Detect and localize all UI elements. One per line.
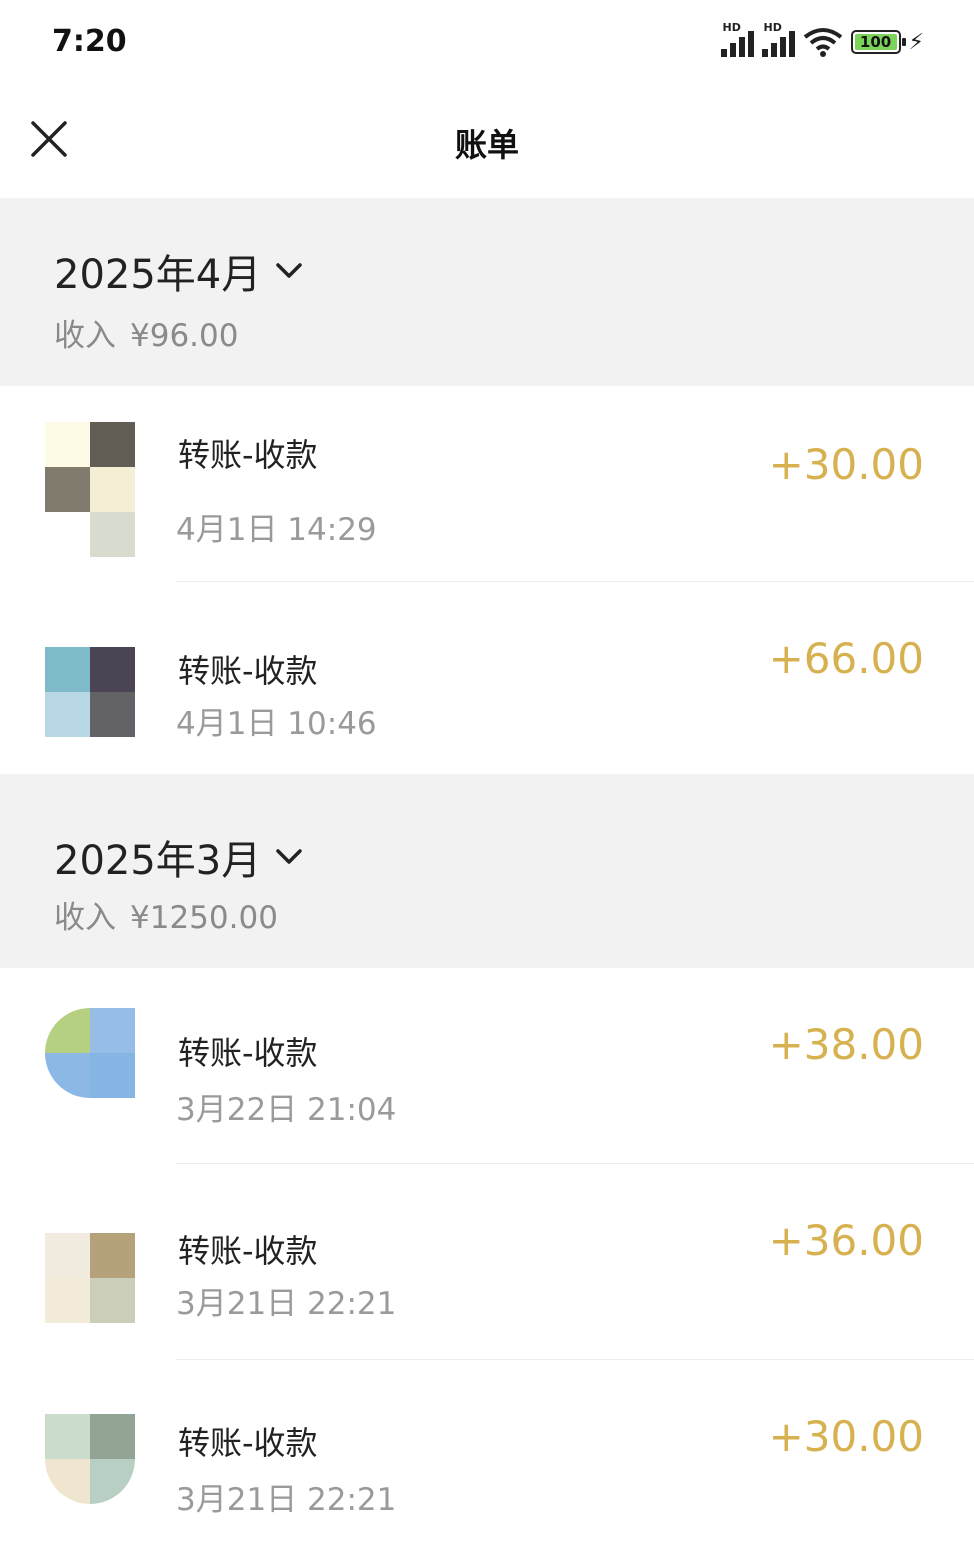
item-name: 转账-收款: [178, 436, 318, 474]
wifi-icon: [803, 28, 842, 57]
month-summary-amount: ¥1250.00: [130, 900, 278, 936]
month-selector[interactable]: 2025年3月: [54, 828, 303, 886]
item-amount: +38.00: [768, 1020, 924, 1069]
item-time: 3月22日 21:04: [176, 1092, 397, 1128]
month-selector[interactable]: 2025年4月: [54, 242, 303, 300]
item-name: 转账-收款: [178, 1034, 318, 1072]
signal-hd-icon: HD: [720, 21, 754, 57]
list-item[interactable]: 转账-收款 3月22日 21:04 +38.00: [0, 968, 974, 1164]
avatar: [45, 647, 135, 737]
month-summary: 收入 ¥1250.00: [54, 892, 278, 937]
chevron-down-icon: [276, 849, 302, 864]
avatar: [45, 1414, 135, 1504]
item-amount: +30.00: [768, 440, 924, 489]
month-label: 2025年3月: [54, 838, 262, 884]
item-name: 转账-收款: [178, 652, 318, 690]
item-amount: +30.00: [768, 1412, 924, 1461]
item-time: 4月1日 14:29: [176, 512, 377, 548]
month-summary-label: 收入: [54, 900, 116, 936]
month-header: 2025年3月 收入 ¥1250.00: [0, 774, 974, 968]
status-icons: HD HD 100 ⚡: [720, 21, 924, 60]
month-header: 2025年4月 收入 ¥96.00: [0, 198, 974, 386]
chevron-down-icon: [276, 263, 302, 278]
month-label: 2025年4月: [54, 252, 262, 298]
status-bar: 7:20 HD HD 100 ⚡: [0, 0, 974, 84]
month-summary-amount: ¥96.00: [130, 318, 239, 354]
item-time: 3月21日 22:21: [176, 1482, 397, 1518]
item-amount: +36.00: [768, 1216, 924, 1265]
avatar: [45, 422, 135, 557]
item-time: 3月21日 22:21: [176, 1286, 397, 1322]
nav-bar: 账单: [0, 84, 974, 198]
list-item[interactable]: 转账-收款 4月1日 14:29 +30.00: [0, 386, 974, 582]
month-summary-label: 收入: [54, 318, 116, 354]
list-item[interactable]: 转账-收款 3月21日 22:21 +36.00: [0, 1164, 974, 1360]
avatar: [45, 1233, 135, 1323]
item-name: 转账-收款: [178, 1232, 318, 1270]
list-item[interactable]: 转账-收款 4月1日 10:46 +66.00: [0, 582, 974, 774]
month-summary: 收入 ¥96.00: [54, 310, 238, 355]
list-item[interactable]: 转账-收款 3月21日 22:21 +30.00: [0, 1360, 974, 1549]
page-title: 账单: [454, 126, 519, 164]
item-amount: +66.00: [768, 634, 924, 683]
battery-icon: 100: [850, 30, 906, 54]
status-time: 7:20: [52, 24, 127, 59]
avatar: [45, 1008, 135, 1098]
item-name: 转账-收款: [178, 1424, 318, 1462]
charging-bolt-icon: ⚡: [908, 29, 924, 55]
signal-hd-icon: HD: [761, 21, 795, 57]
battery-level: 100: [859, 33, 892, 51]
item-time: 4月1日 10:46: [176, 706, 377, 742]
